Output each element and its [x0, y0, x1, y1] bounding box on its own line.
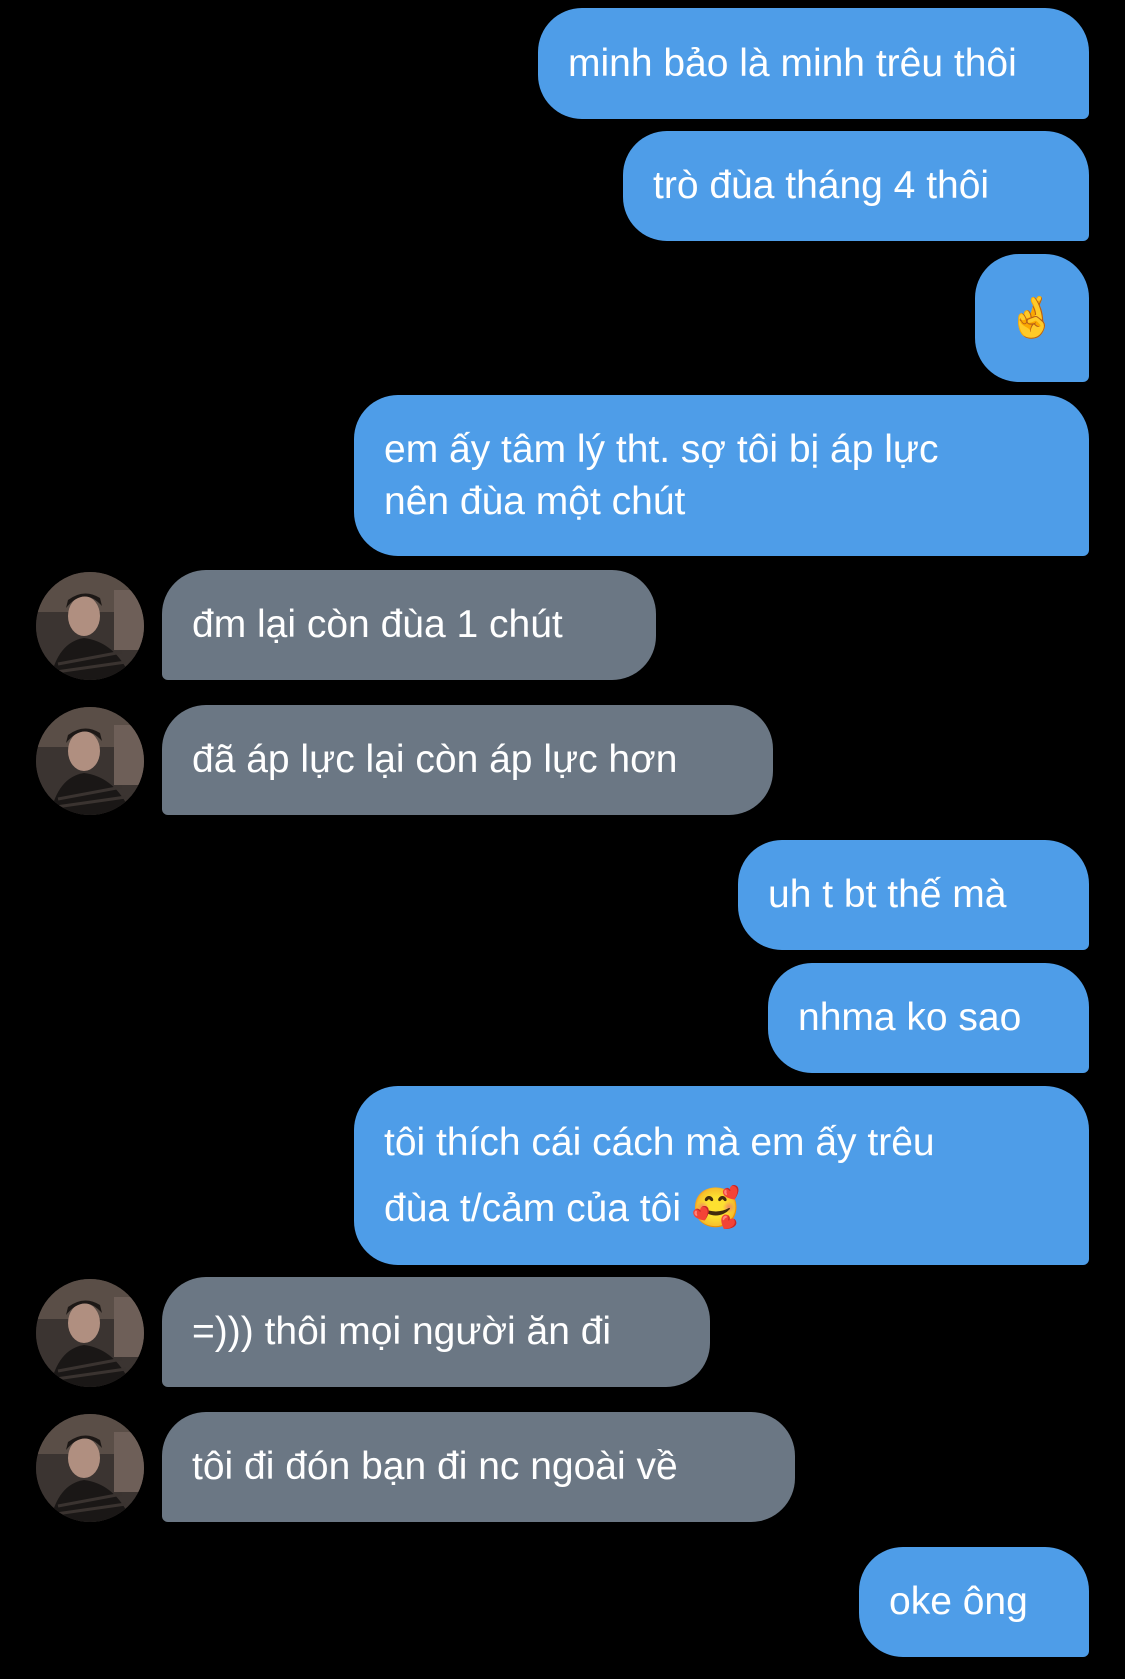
- message-bubble-outgoing[interactable]: tôi thích cái cách mà em ấy trêu đùa t/c…: [354, 1086, 1089, 1265]
- message-text-line: tôi thích cái cách mà em ấy trêu: [384, 1120, 935, 1164]
- contact-avatar-photo-icon: [36, 572, 144, 680]
- contact-avatar[interactable]: [36, 1414, 144, 1522]
- contact-avatar-photo-icon: [36, 1279, 144, 1387]
- contact-avatar[interactable]: [36, 707, 144, 815]
- message-text-line: em ấy tâm lý tht. sợ tôi bị áp lực: [384, 427, 939, 471]
- message-bubble-outgoing[interactable]: uh t bt thế mà: [738, 840, 1089, 950]
- contact-avatar-photo-icon: [36, 707, 144, 815]
- message-text: nhma ko sao: [798, 996, 1022, 1039]
- message-text-line: đùa t/cảm của tôi 🥰: [384, 1186, 741, 1230]
- message-bubble-outgoing[interactable]: trò đùa tháng 4 thôi: [623, 131, 1089, 241]
- message-text: trò đùa tháng 4 thôi: [653, 164, 990, 207]
- message-bubble-outgoing[interactable]: oke ông: [859, 1547, 1089, 1657]
- contact-avatar[interactable]: [36, 1279, 144, 1387]
- message-text: tôi đi đón bạn đi nc ngoài về: [192, 1445, 678, 1488]
- message-text: đm lại còn đùa 1 chút: [192, 603, 563, 646]
- contact-avatar-photo-icon: [36, 1414, 144, 1522]
- message-bubble-outgoing[interactable]: em ấy tâm lý tht. sợ tôi bị áp lực nên đ…: [354, 395, 1089, 556]
- message-bubble-incoming[interactable]: đã áp lực lại còn áp lực hơn: [162, 705, 773, 815]
- message-text: =))) thôi mọi người ăn đi: [192, 1310, 612, 1353]
- message-bubble-incoming[interactable]: tôi đi đón bạn đi nc ngoài về: [162, 1412, 795, 1522]
- message-text-line: nên đùa một chút: [384, 479, 686, 523]
- message-bubble-incoming[interactable]: đm lại còn đùa 1 chút: [162, 570, 656, 680]
- contact-avatar[interactable]: [36, 572, 144, 680]
- message-bubble-outgoing[interactable]: nhma ko sao: [768, 963, 1089, 1073]
- message-bubble-incoming[interactable]: =))) thôi mọi người ăn đi: [162, 1277, 710, 1387]
- message-text: minh bảo là minh trêu thôi: [568, 41, 1017, 85]
- message-bubble-outgoing[interactable]: minh bảo là minh trêu thôi: [538, 8, 1089, 119]
- chat-thread[interactable]: minh bảo là minh trêu thôi trò đùa tháng…: [0, 0, 1125, 1679]
- crossed-fingers-icon: 🤞: [1007, 296, 1057, 340]
- message-text: đã áp lực lại còn áp lực hơn: [192, 738, 678, 781]
- message-text: oke ông: [889, 1580, 1028, 1623]
- message-bubble-outgoing[interactable]: 🤞: [975, 254, 1089, 382]
- message-text: uh t bt thế mà: [768, 873, 1007, 916]
